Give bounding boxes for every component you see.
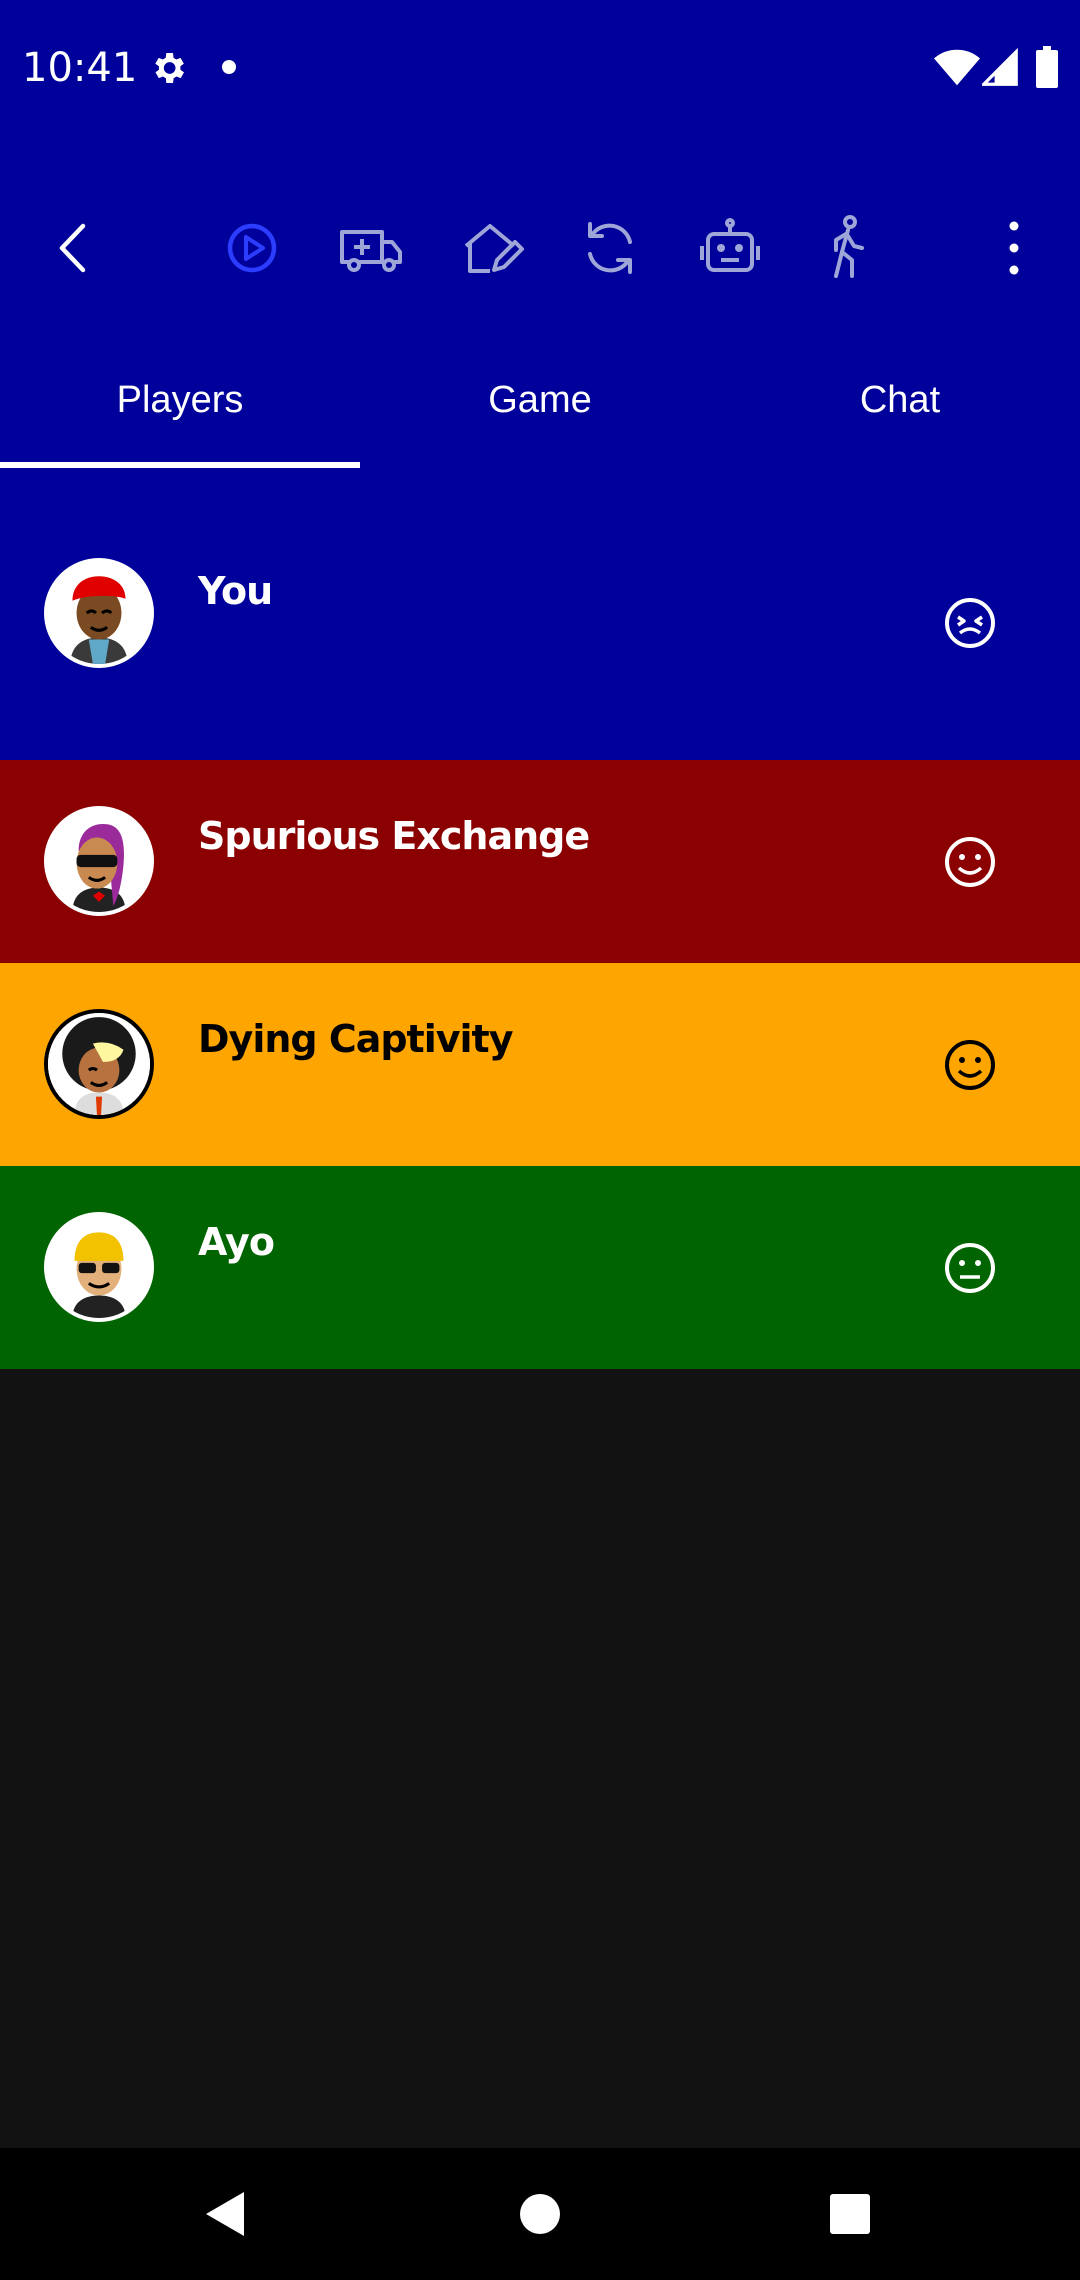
house-edit-icon[interactable] — [456, 212, 528, 284]
tab-game[interactable]: Game — [360, 330, 720, 470]
walking-person-icon[interactable] — [812, 212, 884, 284]
tab-bar: Players Game Chat — [0, 330, 1080, 470]
player-name: Spurious Exchange — [198, 814, 590, 858]
player-row-spurious-exchange[interactable]: Spurious Exchange — [0, 760, 1080, 963]
avatar — [44, 558, 154, 668]
player-name: You — [198, 569, 273, 613]
player-row-dying-captivity[interactable]: Dying Captivity — [0, 963, 1080, 1166]
robot-icon[interactable] — [694, 212, 766, 284]
battery-icon — [1036, 46, 1058, 88]
neutral-face-icon — [940, 1238, 1000, 1298]
play-circle-icon[interactable] — [216, 212, 288, 284]
player-row-ayo[interactable]: Ayo — [0, 1166, 1080, 1369]
wifi-icon — [934, 48, 980, 88]
notification-dot-icon — [222, 60, 236, 74]
gear-icon — [148, 48, 188, 88]
player-row-you[interactable]: You — [0, 495, 1080, 760]
smile-face-icon — [940, 1035, 1000, 1095]
system-nav-bar — [0, 2148, 1080, 2280]
avatar — [44, 1212, 154, 1322]
back-arrow-icon[interactable] — [38, 212, 110, 284]
refresh-icon[interactable] — [574, 212, 646, 284]
nav-recents-icon[interactable] — [820, 2184, 880, 2244]
nav-home-icon[interactable] — [510, 2184, 570, 2244]
status-time: 10:41 — [22, 45, 138, 91]
nav-back-icon[interactable] — [196, 2184, 256, 2244]
selected-tab-indicator — [0, 462, 360, 468]
player-name: Ayo — [198, 1220, 275, 1264]
tab-players[interactable]: Players — [0, 330, 360, 470]
ambulance-icon[interactable] — [336, 212, 408, 284]
player-name: Dying Captivity — [198, 1017, 513, 1061]
wink-face-icon — [940, 593, 1000, 653]
more-vertical-icon[interactable] — [978, 212, 1050, 284]
status-bar: 10:41 — [0, 0, 1080, 135]
avatar — [44, 806, 154, 916]
tab-chat[interactable]: Chat — [720, 330, 1080, 470]
smile-face-icon — [940, 832, 1000, 892]
cellular-signal-icon — [979, 47, 1018, 88]
avatar — [44, 1009, 154, 1119]
